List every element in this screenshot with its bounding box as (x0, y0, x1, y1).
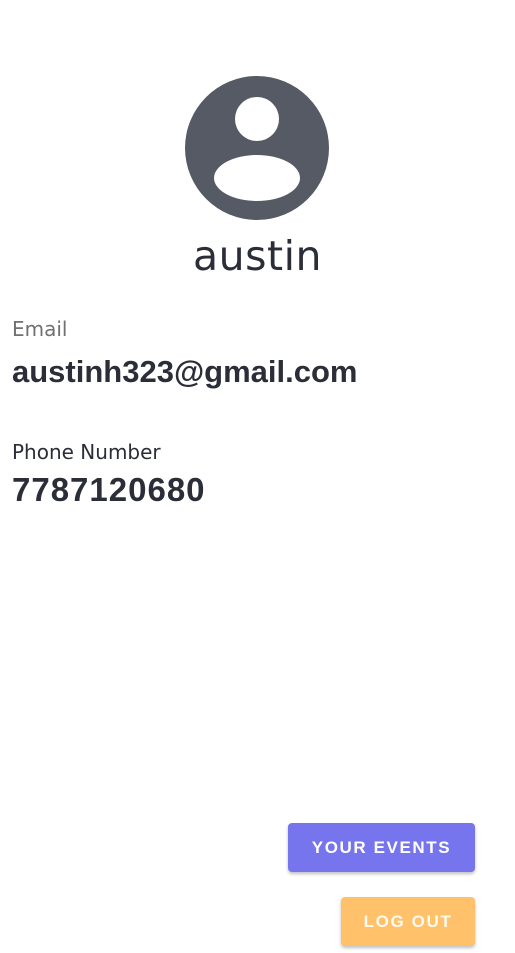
profile-username: austin (193, 232, 322, 280)
phone-number-label: Phone Number (12, 440, 161, 464)
log-out-button[interactable]: LOG OUT (341, 897, 475, 946)
account-circle-icon (185, 76, 329, 220)
email-label: Email (12, 317, 68, 341)
phone-number-value: 7787120680 (12, 471, 206, 508)
profile-avatar-icon (185, 76, 329, 220)
your-events-button[interactable]: YOUR EVENTS (288, 823, 475, 872)
email-value: austinh323@gmail.com (12, 354, 358, 389)
